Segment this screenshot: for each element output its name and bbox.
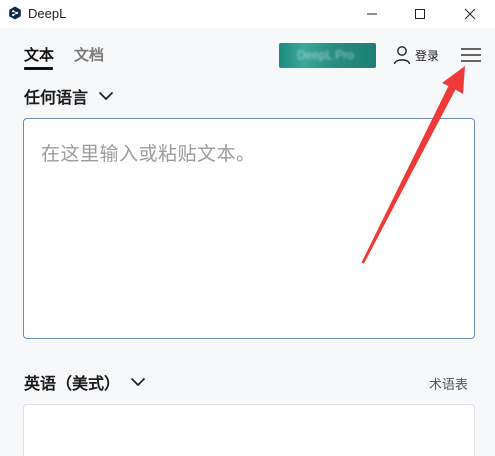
maximize-icon: [415, 9, 425, 19]
minimize-button[interactable]: [349, 0, 395, 28]
promo-button[interactable]: DeepL Pro: [279, 43, 376, 68]
close-button[interactable]: [447, 0, 493, 28]
tab-text[interactable]: 文本: [24, 44, 54, 65]
window-title: DeepL: [28, 6, 67, 21]
chevron-down-icon: [130, 377, 146, 387]
glossary-button[interactable]: 术语表: [429, 374, 468, 393]
target-language-selector[interactable]: 英语（美式）: [24, 370, 146, 394]
source-language-label: 任何语言: [24, 90, 89, 107]
login-label: 登录: [415, 48, 440, 63]
active-tab-indicator: [24, 67, 53, 70]
deepl-logo-icon: [9, 6, 21, 20]
hamburger-menu-icon[interactable]: [460, 46, 482, 64]
login-button[interactable]: 登录: [393, 44, 439, 66]
maximize-button[interactable]: [397, 0, 443, 28]
target-language-label: 英语（美式）: [24, 376, 121, 393]
chevron-down-icon: [98, 91, 114, 101]
close-icon: [464, 8, 476, 20]
promo-label: DeepL Pro: [297, 48, 354, 62]
source-placeholder: 在这里输入或粘贴文本。: [41, 144, 256, 165]
source-language-selector[interactable]: 任何语言: [24, 84, 114, 108]
title-bar: DeepL: [0, 0, 495, 28]
user-icon: [393, 46, 411, 65]
minimize-icon: [367, 13, 377, 15]
target-text-output: [23, 404, 475, 456]
source-text-input[interactable]: 在这里输入或粘贴文本。: [23, 118, 475, 339]
tab-document[interactable]: 文档: [74, 44, 104, 65]
